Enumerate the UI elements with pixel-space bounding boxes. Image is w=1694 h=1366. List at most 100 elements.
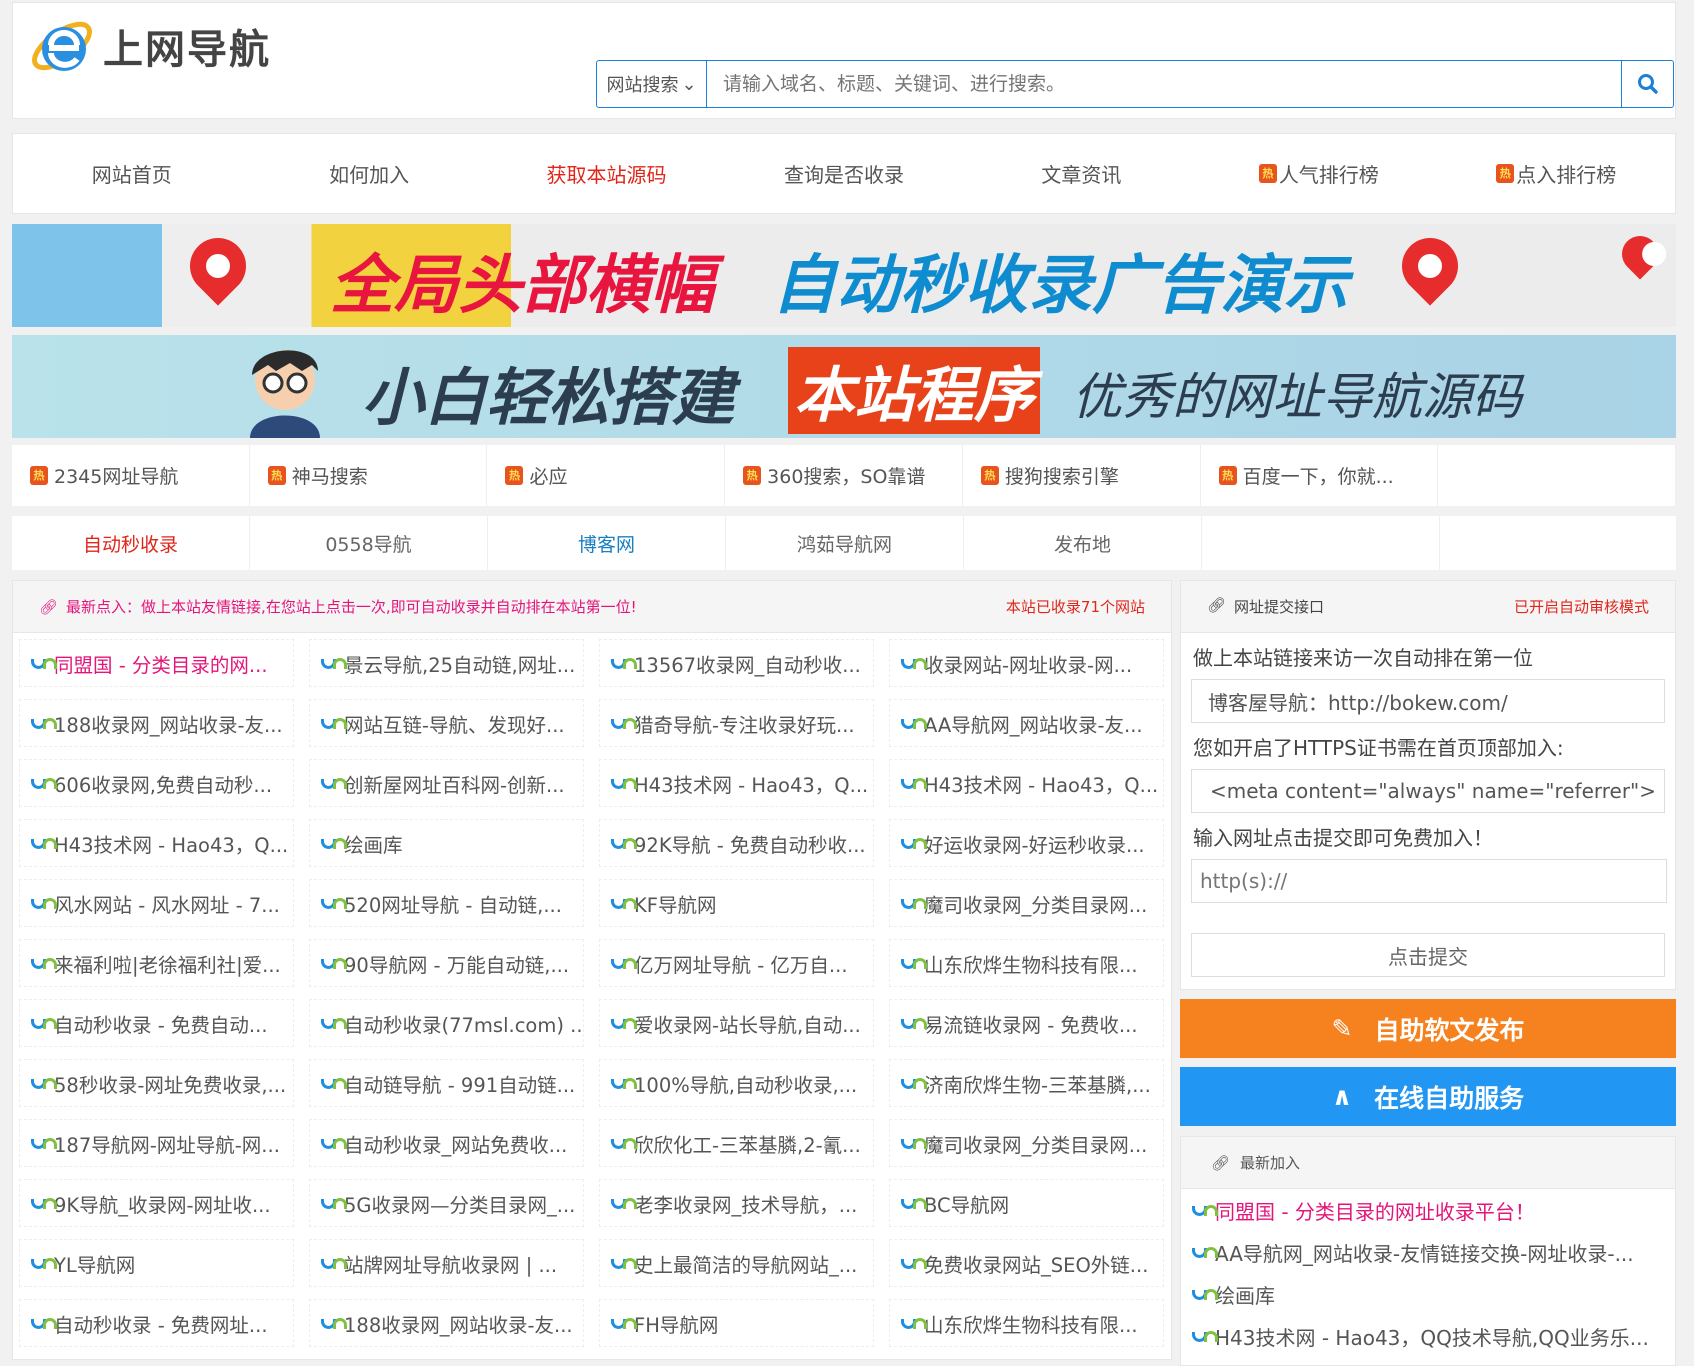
site-name: 606收录网,免费自动秒... <box>54 773 273 797</box>
site-link[interactable]: 自动链导航 - 991自动链... <box>309 1059 584 1107</box>
site-link[interactable]: 风水网站 - 风水网址 - 7... <box>19 879 294 927</box>
site-link[interactable]: 魔司收录网_分类目录网... <box>889 1119 1164 1167</box>
submit-title: 网址提交接口 <box>1234 598 1325 616</box>
publish-article-button[interactable]: ✎ 自助软文发布 <box>1180 999 1676 1058</box>
site-link[interactable]: 老李收录网_技术导航，... <box>599 1179 874 1227</box>
site-link[interactable]: 606收录网,免费自动秒... <box>19 759 294 807</box>
site-link[interactable]: 100%导航,自动秒收录,... <box>599 1059 874 1107</box>
site-link[interactable]: BC导航网 <box>889 1179 1164 1227</box>
site-link[interactable]: 92K导航 - 免费自动秒收... <box>599 819 874 867</box>
site-link[interactable]: 网站互链-导航、发现好... <box>309 699 584 747</box>
site-link[interactable]: 景云导航,25自动链,网址... <box>309 639 584 687</box>
site-link[interactable]: 站牌网址导航收录网 | ... <box>309 1239 584 1287</box>
site-link[interactable]: 58秒收录-网址免费收录,... <box>19 1059 294 1107</box>
logo[interactable]: 上网导航 <box>29 13 271 79</box>
site-link[interactable]: 来福利啦|老徐福利社|爱... <box>19 939 294 987</box>
hot-link-label: 必应 <box>529 466 568 488</box>
nav-label: 获取本站源码 <box>546 163 667 187</box>
recent-link[interactable]: 绘画库 <box>1181 1273 1675 1315</box>
site-logo-icon <box>900 1317 927 1329</box>
hot-link[interactable]: 热神马搜索 <box>250 445 488 506</box>
hot-link[interactable]: 热百度一下，你就... <box>1201 445 1439 506</box>
site-link[interactable]: 收录网站-网址收录-网... <box>889 639 1164 687</box>
nav-item[interactable]: 如何加入 <box>250 159 487 188</box>
banner-text-right: 自动秒收录广告演示 <box>772 249 1348 323</box>
site-link[interactable]: 13567收录网_自动秒收... <box>599 639 874 687</box>
site-link[interactable]: 同盟国 - 分类目录的网... <box>19 639 294 687</box>
site-name: 魔司收录网_分类目录网... <box>924 893 1148 917</box>
site-link[interactable]: 自动秒收录(77msl.com) ... <box>309 999 584 1047</box>
search-type-select[interactable]: 网站搜索 ⌄ <box>597 61 707 107</box>
friend-link[interactable]: 鸿茹导航网 <box>726 516 964 570</box>
submit-button[interactable]: 点击提交 <box>1191 933 1665 977</box>
hot-link[interactable]: 热 360搜索，SO靠谱 <box>725 445 963 506</box>
chevron-up-icon: ∧ <box>1331 1082 1353 1111</box>
search-input[interactable] <box>707 61 1621 107</box>
link-icon: 🔗︎ <box>1211 1153 1231 1172</box>
site-link[interactable]: 史上最简洁的导航网站_... <box>599 1239 874 1287</box>
site-link[interactable]: 山东欣烨生物科技有限... <box>889 939 1164 987</box>
site-link[interactable]: 济南欣烨生物-三苯基膦,... <box>889 1059 1164 1107</box>
site-link[interactable]: 自动秒收录_网站免费收... <box>309 1119 584 1167</box>
site-link[interactable]: 90导航网 - 万能自动链,... <box>309 939 584 987</box>
site-link[interactable]: 187导航网-网址导航-网... <box>19 1119 294 1167</box>
nav-item[interactable]: 文章资讯 <box>963 159 1200 188</box>
site-link[interactable]: 520网址导航 - 自动链,... <box>309 879 584 927</box>
site-link[interactable]: 猎奇导航-专注收录好玩... <box>599 699 874 747</box>
notice-text: 最新点入：做上本站友情链接,在您站上点击一次,即可自动收录并自动排在本站第一位! <box>66 598 637 616</box>
nav-item[interactable]: 查询是否收录 <box>725 159 962 188</box>
site-link[interactable]: 自动秒收录 - 免费自动... <box>19 999 294 1047</box>
site-link[interactable]: 亿万网址导航 - 亿万自... <box>599 939 874 987</box>
site-link[interactable]: 创新屋网址百科网-创新... <box>309 759 584 807</box>
nav-item[interactable]: 热点入排行榜 <box>1438 159 1675 188</box>
hot-link[interactable]: 热搜狗搜索引擎 <box>963 445 1201 506</box>
site-link[interactable]: 易流链收录网 - 免费收... <box>889 999 1164 1047</box>
site-link[interactable]: 绘画库 <box>309 819 584 867</box>
site-link[interactable]: 爱收录网-站长导航,自动... <box>599 999 874 1047</box>
hot-link[interactable]: 热 2345网址导航 <box>12 445 250 506</box>
site-link[interactable]: KF导航网 <box>599 879 874 927</box>
site-link[interactable]: 188收录网_网站收录-友... <box>19 699 294 747</box>
friend-link[interactable]: 博客网 <box>488 516 726 570</box>
site-link[interactable]: FH导航网 <box>599 1299 874 1347</box>
recent-link[interactable]: H43技术网 - Hao43，QQ技术导航,QQ业务乐... <box>1181 1315 1675 1357</box>
nav-item[interactable]: 获取本站源码 <box>488 159 725 188</box>
hot-link[interactable]: 热必应 <box>487 445 726 506</box>
recent-link[interactable]: 同盟国 - 分类目录的网址收录平台！ <box>1181 1189 1675 1231</box>
site-name: 自动秒收录_网站免费收... <box>344 1133 568 1157</box>
site-link[interactable]: 山东欣烨生物科技有限... <box>889 1299 1164 1347</box>
site-link[interactable]: 好运收录网-好运秒收录... <box>889 819 1164 867</box>
site-link[interactable]: 188收录网_网站收录-友... <box>309 1299 584 1347</box>
friend-link[interactable]: 自动秒收录 <box>12 516 250 570</box>
site-name: 188收录网_网站收录-友... <box>344 1313 573 1337</box>
recent-link[interactable]: AA导航网_网站收录-友情链接交换-网址收录-... <box>1181 1231 1675 1273</box>
friend-link[interactable]: 0558导航 <box>250 516 488 570</box>
site-link[interactable]: 魔司收录网_分类目录网... <box>889 879 1164 927</box>
site-name: 创新屋网址百科网-创新... <box>344 773 565 797</box>
site-link[interactable]: H43技术网 - Hao43，Q... <box>889 759 1164 807</box>
site-link[interactable]: 免费收录网站_SEO外链... <box>889 1239 1164 1287</box>
site-link[interactable]: H43技术网 - Hao43，Q... <box>19 819 294 867</box>
nav-item[interactable]: 热人气排行榜 <box>1200 159 1437 188</box>
site-link[interactable]: 9K导航_收录网-网址收... <box>19 1179 294 1227</box>
site-link[interactable]: 自动秒收录 - 免费网址... <box>19 1299 294 1347</box>
site-link[interactable]: H43技术网 - Hao43，Q... <box>599 759 874 807</box>
hot-link-label: 神马搜索 <box>291 466 368 488</box>
site-link[interactable]: YL导航网 <box>19 1239 294 1287</box>
site-link[interactable]: 5G收录网—分类目录网_... <box>309 1179 584 1227</box>
nav-item[interactable]: 网站首页 <box>13 159 250 188</box>
friend-link[interactable]: 发布地 <box>964 516 1202 570</box>
hot-badge-icon: 热 <box>267 466 286 485</box>
site-link[interactable]: 欣欣化工-三苯基膦,2-氰... <box>599 1119 874 1167</box>
site-name: 5G收录网—分类目录网_... <box>344 1193 576 1217</box>
source-code-banner-ad[interactable]: 小白轻松搭建 本站程序 优秀的网址导航源码 <box>12 335 1676 438</box>
hot-badge-icon: 热 <box>1218 466 1237 485</box>
site-link[interactable]: AA导航网_网站收录-友... <box>889 699 1164 747</box>
search-button[interactable] <box>1621 61 1673 107</box>
top-banner-ad[interactable]: 全局头部横幅 自动秒收录广告演示 <box>12 224 1676 327</box>
publish-label: 自助软文发布 <box>1374 1015 1525 1045</box>
url-input[interactable] <box>1191 859 1667 903</box>
site-name: 187导航网-网址导航-网... <box>54 1133 280 1157</box>
online-service-button[interactable]: ∧ 在线自助服务 <box>1180 1067 1676 1126</box>
site-logo-icon <box>610 957 637 969</box>
